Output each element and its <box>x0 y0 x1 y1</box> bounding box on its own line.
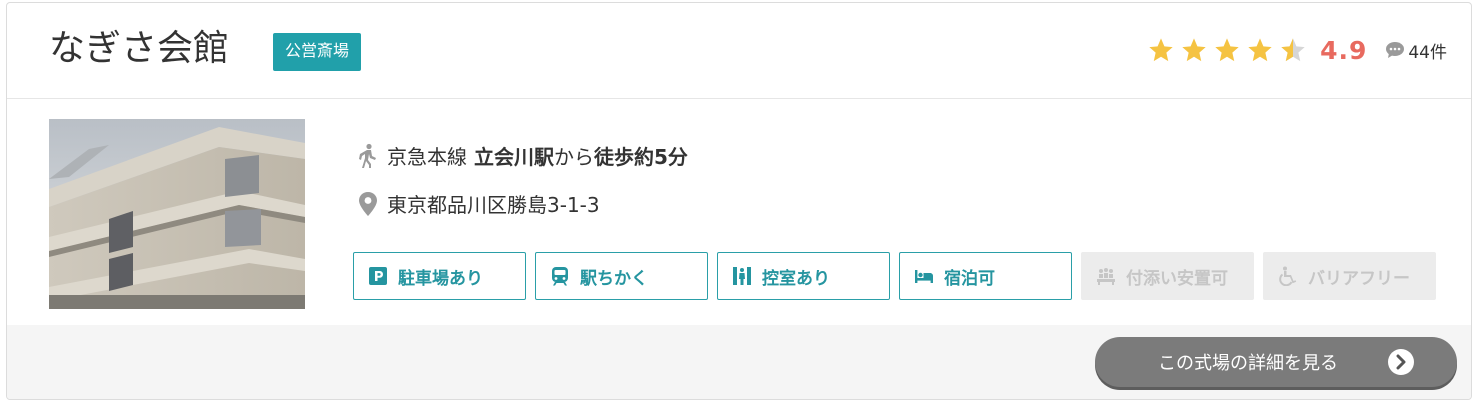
facility-tags: 駐車場あり 駅ちかく 控室あり 宿泊可 付添い安置可 バリアフリー <box>353 252 1445 300</box>
rating: 4.9 44件 <box>1147 33 1447 67</box>
star-icon <box>1215 38 1239 62</box>
access-line: 京急本線 <box>387 145 467 169</box>
star-icon <box>1149 38 1173 62</box>
card-header: なぎさ会館 公営斎場 4.9 44件 <box>7 3 1471 99</box>
view-details-label: この式場の詳細を見る <box>1158 353 1338 374</box>
half-star-icon <box>1281 38 1305 62</box>
chevron-right-circle-icon <box>1388 349 1414 375</box>
hall-photo[interactable] <box>49 119 305 309</box>
tag-attendance-allowed: 付添い安置可 <box>1081 252 1254 300</box>
tag-near-station: 駅ちかく <box>535 252 708 300</box>
review-count[interactable]: 44件 <box>1408 38 1447 63</box>
address-text: 東京都品川区勝島3-1-3 <box>387 193 600 217</box>
parking-icon <box>369 267 387 285</box>
access-from: から <box>554 145 594 169</box>
tag-parking: 駐車場あり <box>353 252 526 300</box>
rating-stars <box>1147 36 1312 64</box>
map-pin-icon <box>359 191 377 216</box>
card-footer: この式場の詳細を見る <box>7 325 1471 399</box>
star-icon <box>1182 38 1206 62</box>
tag-label: バリアフリー <box>1308 268 1410 289</box>
hall-card: なぎさ会館 公営斎場 4.9 44件 京急本線 立会川駅 から 徒歩約5分 東京… <box>6 2 1472 400</box>
tag-label: 付添い安置可 <box>1126 268 1228 289</box>
access-station: 立会川駅 <box>474 145 554 169</box>
train-icon <box>552 267 568 286</box>
rating-value: 4.9 <box>1320 35 1368 65</box>
tag-label: 駅ちかく <box>580 268 648 289</box>
attendance-icon <box>1097 268 1115 285</box>
wheelchair-icon <box>1279 266 1297 286</box>
view-details-button[interactable]: この式場の詳細を見る <box>1095 337 1457 387</box>
tag-label: 控室あり <box>762 268 830 289</box>
building-photo-image <box>49 119 305 309</box>
tag-label: 宿泊可 <box>944 268 995 289</box>
waiting-room-icon <box>733 267 751 285</box>
comment-icon <box>1386 42 1405 58</box>
card-body: 京急本線 立会川駅 から 徒歩約5分 東京都品川区勝島3-1-3 駐車場あり 駅… <box>7 99 1471 325</box>
tag-label: 駐車場あり <box>398 268 483 289</box>
tag-barrier-free: バリアフリー <box>1263 252 1436 300</box>
access-walk-time: 徒歩約5分 <box>594 145 688 169</box>
hall-name[interactable]: なぎさ会館 <box>49 25 229 73</box>
hall-type-badge: 公営斎場 <box>273 33 362 71</box>
address-info: 東京都品川区勝島3-1-3 <box>357 189 600 218</box>
walking-person-icon <box>359 143 376 168</box>
bed-icon <box>915 270 933 283</box>
tag-overnight-stay: 宿泊可 <box>899 252 1072 300</box>
tag-waiting-room: 控室あり <box>717 252 890 300</box>
access-info: 京急本線 立会川駅 から 徒歩約5分 <box>357 141 688 170</box>
star-icon <box>1248 38 1272 62</box>
